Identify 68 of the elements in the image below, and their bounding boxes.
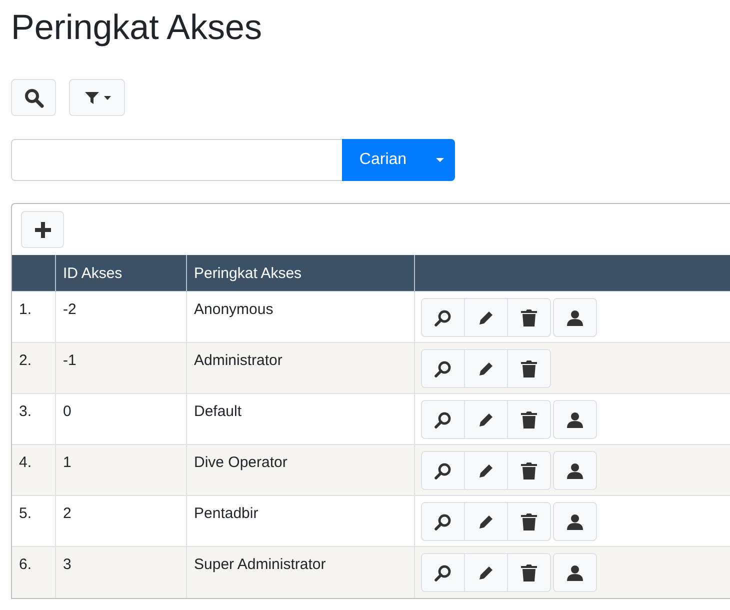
page-title: Peringkat Akses — [11, 7, 263, 49]
trash-icon — [521, 512, 537, 530]
delete-button[interactable] — [507, 502, 551, 541]
search-button[interactable]: Carian — [342, 139, 424, 181]
delete-button[interactable] — [507, 553, 551, 592]
row-number: 2. — [12, 342, 56, 394]
caret-icon — [436, 158, 444, 162]
pencil-icon — [478, 462, 494, 478]
permissions-button[interactable] — [553, 298, 597, 337]
delete-button[interactable] — [507, 298, 551, 337]
delete-button[interactable] — [507, 400, 551, 439]
trash-icon — [521, 360, 537, 378]
search-icon — [434, 308, 452, 326]
row-number: 4. — [12, 444, 56, 496]
pencil-icon — [478, 360, 494, 376]
edit-button[interactable] — [464, 502, 508, 541]
search-icon — [434, 462, 452, 480]
pencil-icon — [478, 310, 494, 326]
permissions-button[interactable] — [553, 400, 597, 439]
table-cell: Administrator — [186, 342, 414, 394]
edit-button[interactable] — [464, 349, 508, 388]
row-number: 6. — [12, 546, 56, 598]
column-header: Peringkat Akses — [186, 255, 414, 292]
plus-icon — [34, 220, 52, 238]
delete-button[interactable] — [507, 451, 551, 490]
user-icon — [567, 462, 583, 478]
trash-icon — [521, 462, 537, 480]
permissions-button[interactable] — [553, 451, 597, 490]
add-button[interactable] — [21, 211, 64, 248]
search-field[interactable] — [11, 139, 342, 181]
edit-button[interactable] — [464, 553, 508, 592]
caret-icon — [104, 96, 110, 100]
edit-button[interactable] — [464, 298, 508, 337]
table-cell: Super Administrator — [186, 546, 414, 598]
table-cell: -1 — [56, 342, 186, 394]
table-cell: 1 — [56, 444, 186, 496]
pencil-icon — [478, 564, 494, 580]
view-button[interactable] — [421, 451, 465, 490]
permissions-button[interactable] — [553, 502, 597, 541]
search-icon — [434, 564, 452, 582]
view-button[interactable] — [421, 400, 465, 439]
user-icon — [567, 564, 583, 580]
user-icon — [567, 310, 583, 326]
delete-button[interactable] — [507, 349, 551, 388]
user-icon — [567, 514, 583, 530]
search-toggle-button[interactable] — [11, 79, 56, 116]
trash-icon — [521, 308, 537, 326]
view-button[interactable] — [421, 553, 465, 592]
table-cell: 3 — [56, 546, 186, 598]
pencil-icon — [478, 514, 494, 530]
table-cell: Dive Operator — [186, 444, 414, 496]
search-icon — [434, 410, 452, 428]
trash-icon — [521, 410, 537, 428]
search-icon — [24, 88, 44, 108]
filter-dropdown-button[interactable] — [69, 79, 125, 116]
view-button[interactable] — [421, 502, 465, 541]
column-header: ID Akses — [56, 255, 186, 292]
search-icon — [434, 360, 452, 378]
filter-icon — [84, 90, 100, 106]
search-icon — [434, 512, 452, 530]
trash-icon — [521, 564, 537, 582]
permissions-button[interactable] — [553, 553, 597, 592]
view-button[interactable] — [421, 349, 465, 388]
edit-button[interactable] — [464, 451, 508, 490]
view-button[interactable] — [421, 298, 465, 337]
edit-button[interactable] — [464, 400, 508, 439]
pencil-icon — [478, 412, 494, 428]
user-icon — [567, 412, 583, 428]
